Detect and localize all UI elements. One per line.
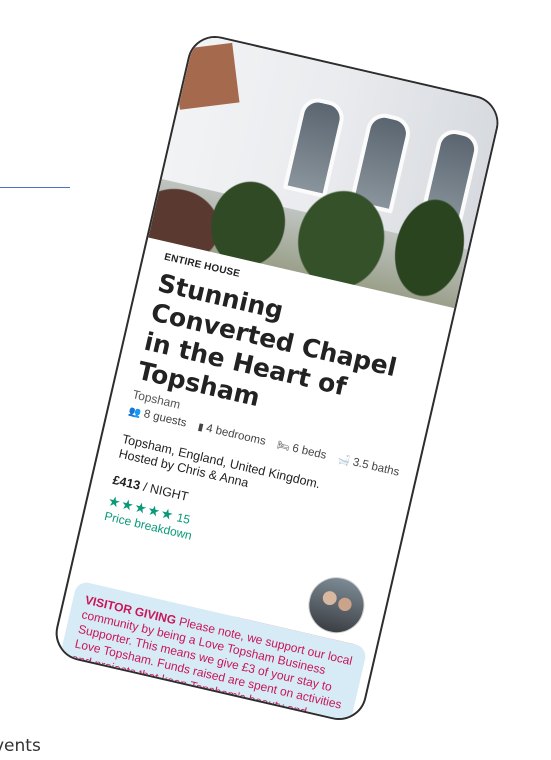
rating-count: 15 xyxy=(175,510,192,527)
guests-icon: 👥 xyxy=(127,405,143,419)
bedroom-door-icon: ▮ xyxy=(196,421,205,434)
visitor-giving-text: Please note, we support our local commun… xyxy=(63,607,354,726)
background-caption: vents xyxy=(0,736,41,756)
beds-text: 6 beds xyxy=(291,442,328,462)
bed-icon: 🛏 xyxy=(275,439,291,453)
listing-content: ENTIRE HOUSE Stunning Converted Chapel i… xyxy=(103,252,434,685)
listing-card[interactable]: ENTIRE HOUSE Stunning Converted Chapel i… xyxy=(50,30,504,726)
decorative-line xyxy=(0,187,70,188)
price-amount: £413 xyxy=(111,472,142,493)
photo-roof xyxy=(172,42,240,110)
bath-icon: 🛁 xyxy=(336,453,352,467)
